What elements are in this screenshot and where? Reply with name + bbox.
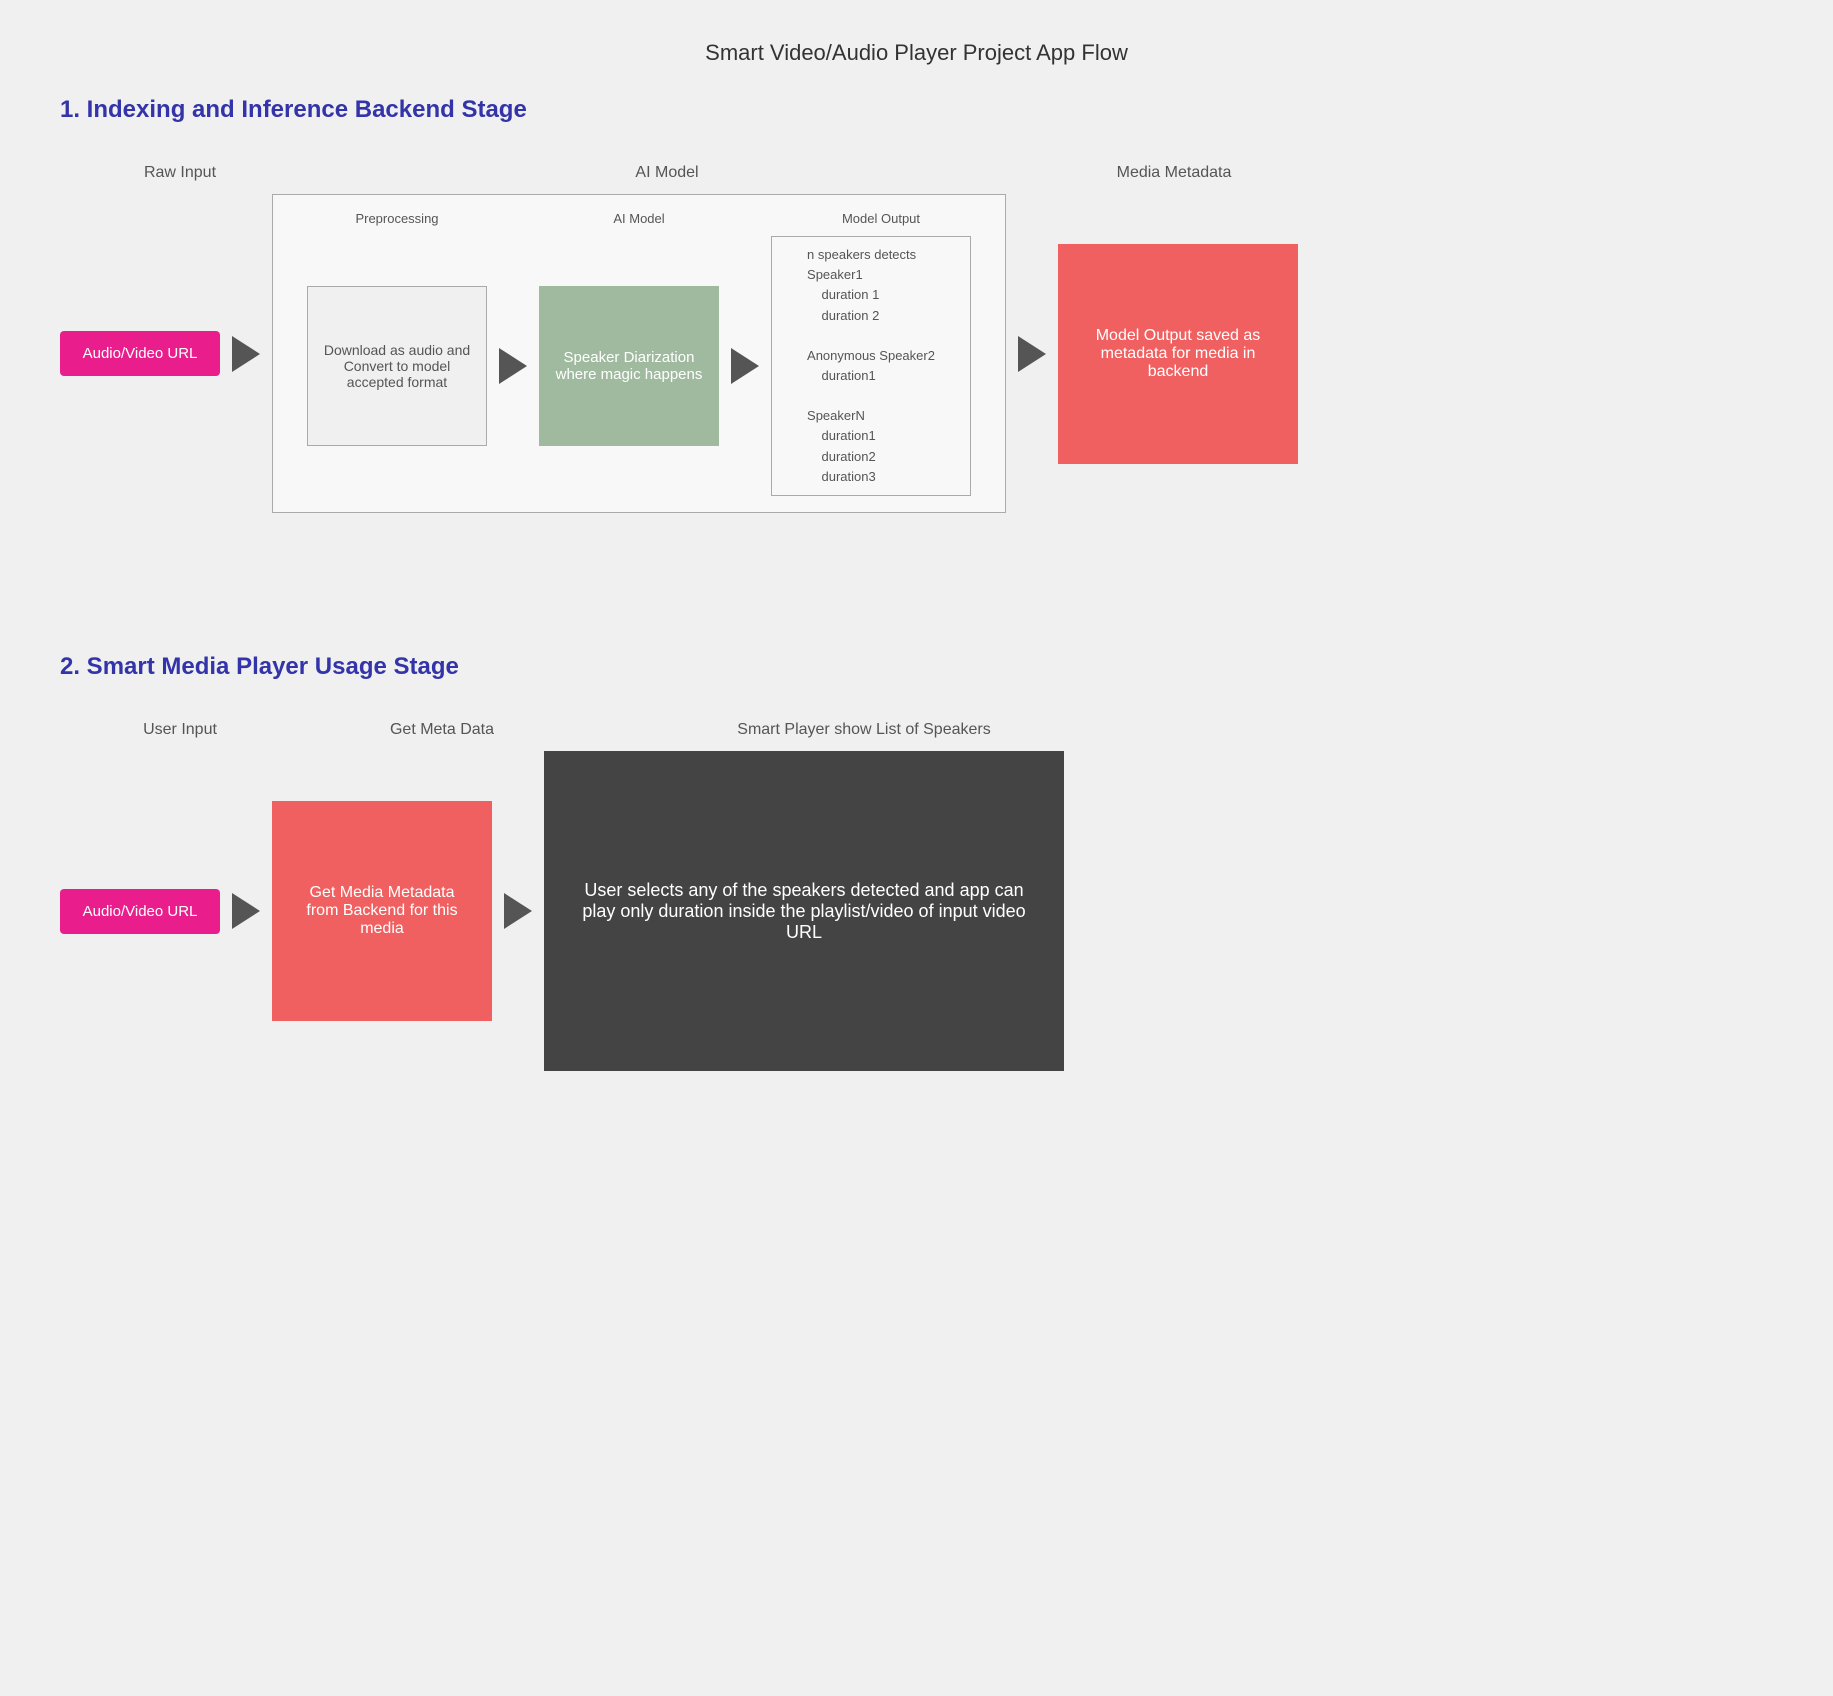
- ai-model-outer-box: Preprocessing AI Model Model Output Down…: [272, 194, 1006, 513]
- inner-flow: Download as audio and Convert to model a…: [307, 236, 971, 496]
- arrow-1: [232, 336, 260, 372]
- stage1-url-btn[interactable]: Audio/Video URL: [60, 331, 220, 376]
- col-label-raw-input: Raw Input: [80, 164, 280, 182]
- inner-col-modeloutput-label: Model Output: [781, 211, 981, 226]
- stage2-section: 2. Smart Media Player Usage Stage User I…: [0, 653, 1833, 1131]
- stage2-title: 2. Smart Media Player Usage Stage: [60, 653, 1773, 681]
- stage2-url-btn[interactable]: Audio/Video URL: [60, 889, 220, 934]
- stage1-section: 1. Indexing and Inference Backend Stage …: [0, 96, 1833, 573]
- preprocessing-text: Download as audio and Convert to model a…: [318, 342, 476, 390]
- ai-model-box: Speaker Diarization where magic happens: [539, 286, 719, 446]
- col-label-user-input: User Input: [80, 721, 280, 739]
- model-output-lines: n speakers detects Speaker1 duration 1 d…: [807, 245, 935, 487]
- arrow-3: [731, 348, 759, 384]
- get-metadata-box: Get Media Metadata from Backend for this…: [272, 801, 492, 1021]
- smart-player-text: User selects any of the speakers detecte…: [568, 880, 1040, 943]
- col-label-get-meta-data: Get Meta Data: [332, 721, 552, 739]
- preprocessing-box: Download as audio and Convert to model a…: [307, 286, 487, 446]
- arrow-2: [499, 348, 527, 384]
- metadata-text: Model Output saved as metadata for media…: [1074, 327, 1282, 381]
- col-label-media-metadata: Media Metadata: [1054, 164, 1294, 182]
- stage1-flow: Audio/Video URL Preprocessing AI Model M…: [60, 194, 1773, 513]
- arrow-6: [504, 893, 532, 929]
- col-label-ai-model: AI Model: [332, 164, 1002, 182]
- stage1-col-labels: Raw Input AI Model Media Metadata: [60, 164, 1773, 182]
- inner-col-preprocessing-label: Preprocessing: [297, 211, 497, 226]
- stage1-title: 1. Indexing and Inference Backend Stage: [60, 96, 1773, 124]
- model-output-box: n speakers detects Speaker1 duration 1 d…: [771, 236, 971, 496]
- ai-model-text: Speaker Diarization where magic happens: [556, 349, 703, 383]
- arrow-5: [232, 893, 260, 929]
- smart-player-box: User selects any of the speakers detecte…: [544, 751, 1064, 1071]
- arrow-4: [1018, 336, 1046, 372]
- col-label-smart-player: Smart Player show List of Speakers: [604, 721, 1124, 739]
- get-metadata-text: Get Media Metadata from Backend for this…: [288, 884, 476, 938]
- metadata-box: Model Output saved as metadata for media…: [1058, 244, 1298, 464]
- stage2-flow: Audio/Video URL Get Media Metadata from …: [60, 751, 1773, 1071]
- inner-col-labels: Preprocessing AI Model Model Output: [297, 211, 981, 226]
- stage-spacer: [0, 573, 1833, 653]
- stage2-col-labels: User Input Get Meta Data Smart Player sh…: [60, 721, 1773, 739]
- page-title: Smart Video/Audio Player Project App Flo…: [0, 0, 1833, 96]
- inner-col-aimodel-label: AI Model: [549, 211, 729, 226]
